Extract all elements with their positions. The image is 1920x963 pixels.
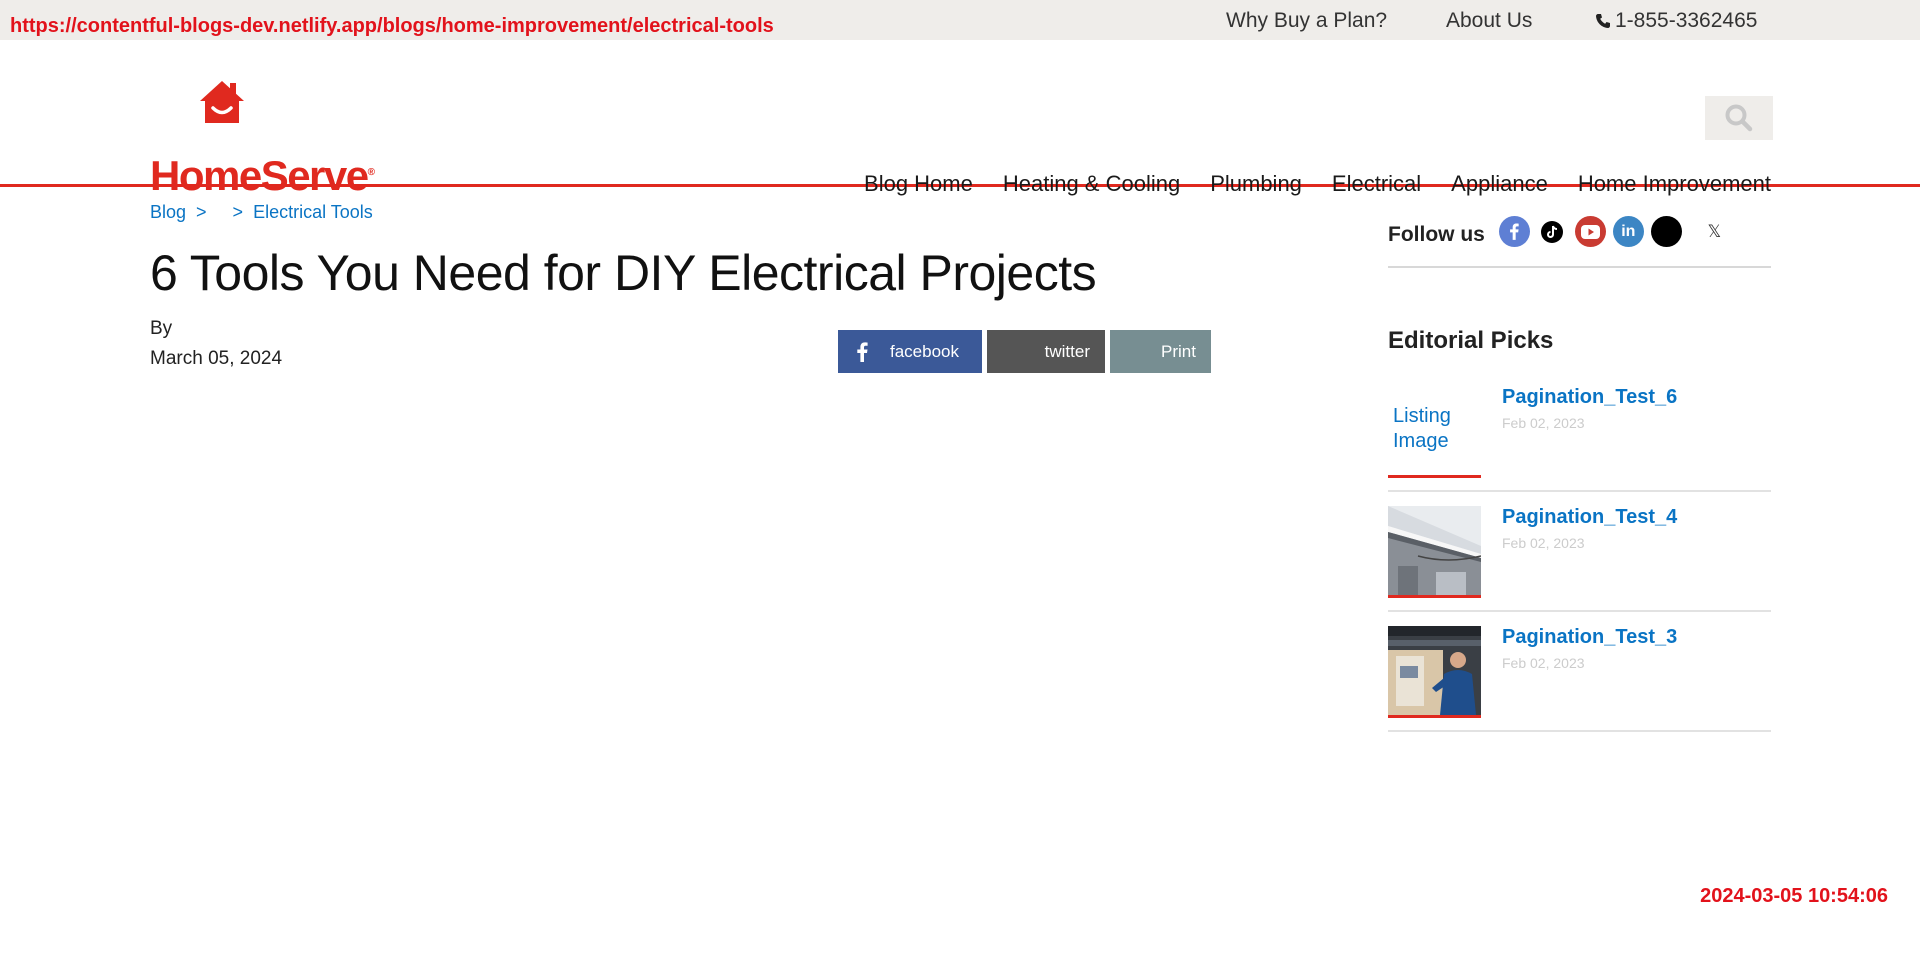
pick-thumbnail[interactable] — [1388, 626, 1481, 718]
breadcrumb: Blog > > Electrical Tools — [150, 202, 373, 223]
article-title: 6 Tools You Need for DIY Electrical Proj… — [150, 245, 1097, 301]
pick-title[interactable]: Pagination_Test_3 — [1502, 626, 1677, 649]
main-nav: Blog Home Heating & Cooling Plumbing Ele… — [864, 171, 1771, 197]
editorial-pick-item: Pagination_Test_3 Feb 02, 2023 — [1388, 612, 1771, 732]
pick-date: Feb 02, 2023 — [1502, 655, 1585, 671]
breadcrumb-separator: > — [196, 202, 207, 222]
editorial-pick-item: Pagination_Test_4 Feb 02, 2023 — [1388, 492, 1771, 612]
editorial-picks-title: Editorial Picks — [1388, 327, 1554, 354]
pick-thumbnail[interactable]: Listing Image — [1388, 386, 1481, 478]
phone-number: 1-855-3362465 — [1615, 9, 1758, 32]
search-button[interactable] — [1705, 96, 1773, 140]
article-date: March 05, 2024 — [150, 348, 283, 369]
facebook-icon[interactable] — [1498, 216, 1530, 247]
thumbnail-alt-text: Listing Image — [1393, 405, 1451, 452]
follow-us-row: Follow us in 𝕏 — [1388, 216, 1771, 268]
nav-blog-home[interactable]: Blog Home — [864, 171, 973, 197]
nav-home-improvement[interactable]: Home Improvement — [1578, 171, 1771, 197]
nav-plumbing[interactable]: Plumbing — [1210, 171, 1302, 197]
house-eaves-image — [1388, 506, 1481, 595]
blank-social-icon[interactable] — [1650, 216, 1682, 247]
youtube-icon[interactable] — [1574, 216, 1606, 247]
editorial-pick-item: Listing Image Pagination_Test_6 Feb 02, … — [1388, 372, 1771, 492]
url-overlay: https://contentful-blogs-dev.netlify.app… — [10, 15, 774, 37]
phone-link[interactable]: 1-855-3362465 — [1595, 9, 1757, 33]
follow-us-label: Follow us — [1388, 223, 1485, 246]
phone-icon — [1596, 14, 1610, 28]
social-icons: in 𝕏 — [1498, 216, 1730, 247]
linkedin-icon[interactable]: in — [1612, 216, 1644, 247]
about-us-link[interactable]: About Us — [1446, 9, 1532, 33]
share-buttons: facebook twitter Print — [838, 330, 1211, 373]
pick-date: Feb 02, 2023 — [1502, 535, 1585, 551]
x-icon[interactable]: 𝕏 — [1698, 216, 1730, 247]
share-facebook-button[interactable]: facebook — [838, 330, 982, 373]
facebook-icon — [857, 341, 868, 362]
print-button[interactable]: Print — [1110, 330, 1211, 373]
tiktok-icon[interactable] — [1536, 216, 1568, 247]
share-twitter-label: twitter — [1044, 341, 1090, 361]
share-twitter-button[interactable]: twitter — [987, 330, 1105, 373]
homeserve-logo[interactable]: HomeServe® — [150, 80, 375, 200]
technician-image — [1388, 626, 1481, 715]
pick-title[interactable]: Pagination_Test_4 — [1502, 506, 1677, 529]
nav-appliance[interactable]: Appliance — [1451, 171, 1548, 197]
breadcrumb-blog[interactable]: Blog — [150, 202, 186, 223]
why-buy-link[interactable]: Why Buy a Plan? — [1226, 9, 1387, 33]
breadcrumb-current[interactable]: Electrical Tools — [253, 202, 373, 223]
article-byline: By — [150, 318, 173, 339]
capture-timestamp: 2024-03-05 10:54:06 — [1700, 885, 1888, 907]
nav-heating-cooling[interactable]: Heating & Cooling — [1003, 171, 1180, 197]
breadcrumb-separator: > — [232, 202, 244, 222]
logo-wordmark: HomeServe® — [150, 152, 375, 199]
utility-bar: https://contentful-blogs-dev.netlify.app… — [0, 0, 1920, 40]
print-label: Print — [1161, 341, 1196, 361]
house-logo-icon — [200, 81, 244, 123]
share-facebook-label: facebook — [890, 341, 959, 361]
nav-electrical[interactable]: Electrical — [1332, 171, 1421, 197]
search-icon — [1725, 104, 1753, 132]
site-header: HomeServe® Blog Home Heating & Cooling P… — [0, 40, 1920, 199]
pick-date: Feb 02, 2023 — [1502, 415, 1585, 431]
pick-thumbnail[interactable] — [1388, 506, 1481, 598]
pick-title[interactable]: Pagination_Test_6 — [1502, 386, 1677, 409]
breadcrumb-spacer — [217, 202, 223, 223]
